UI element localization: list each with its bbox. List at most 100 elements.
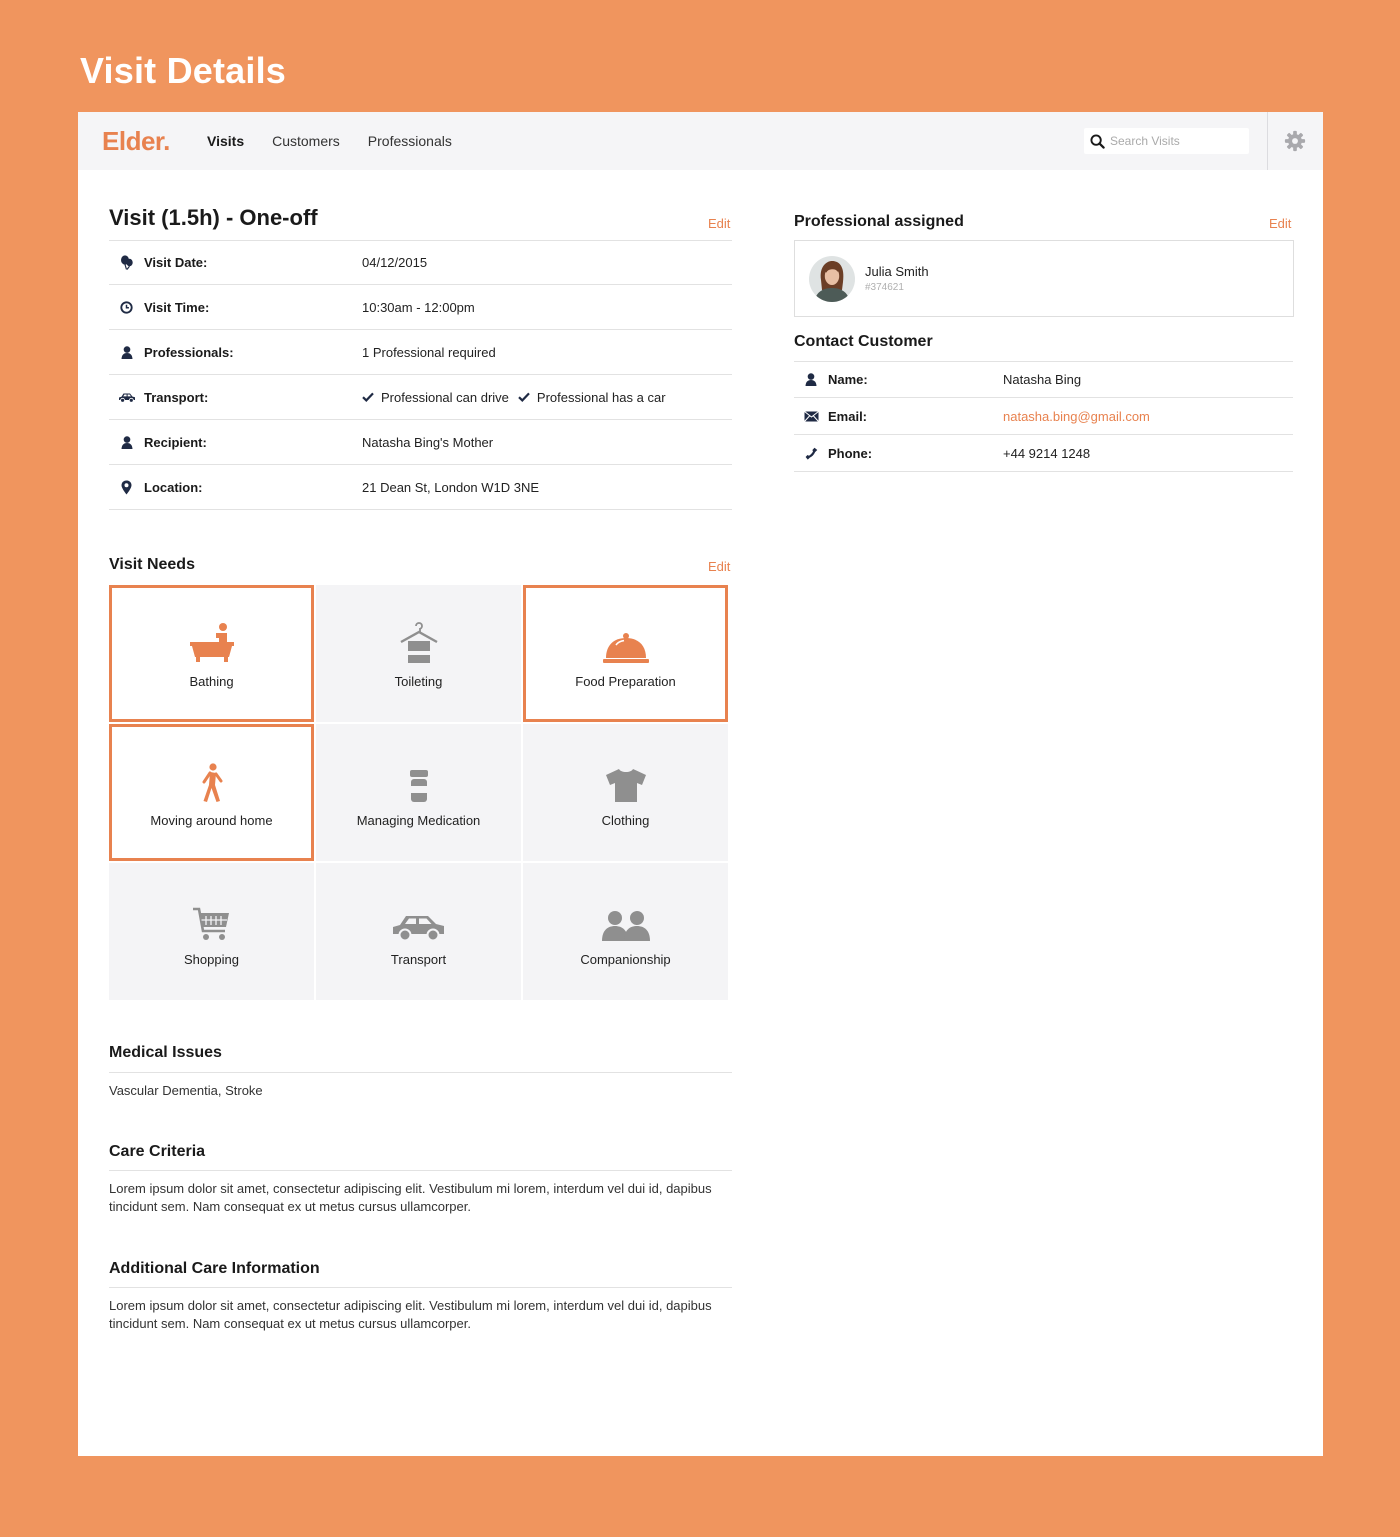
need-label: Shopping	[184, 952, 239, 967]
need-tile-clothing[interactable]: Clothing	[523, 724, 728, 861]
edit-needs-link[interactable]: Edit	[708, 559, 730, 574]
check-label: Professional can drive	[381, 389, 509, 405]
check-item: Professional has a car	[518, 390, 666, 405]
visit-needs-grid: Bathing Toileting Food Preparation Movin…	[109, 585, 729, 1000]
additional-care-text: Lorem ipsum dolor sit amet, consectetur …	[109, 1298, 712, 1331]
need-label: Transport	[390, 952, 447, 967]
gear-icon[interactable]	[1284, 130, 1306, 152]
balloon-icon	[120, 254, 133, 270]
professional-assigned-title: Professional assigned	[794, 213, 964, 230]
contact-value: Natasha Bing	[1003, 372, 1082, 387]
professional-id: #374621	[865, 282, 904, 293]
detail-row-professionals: Professionals: 1 Professional required	[109, 330, 732, 375]
search-icon	[1090, 133, 1105, 149]
search-box[interactable]	[1084, 128, 1249, 154]
detail-label: Professionals:	[144, 344, 234, 360]
detail-value: Natasha Bing's Mother	[362, 434, 494, 450]
medical-issues-title: Medical Issues	[109, 1044, 222, 1061]
avatar	[809, 255, 855, 302]
detail-label: Visit Time:	[144, 299, 210, 315]
care-criteria-title: Care Criteria	[109, 1143, 206, 1160]
person-icon	[121, 345, 132, 359]
two-people-icon	[601, 911, 650, 941]
location-pin-icon	[121, 480, 132, 494]
detail-row-visit-time: Visit Time: 10:30am - 12:00pm	[109, 285, 732, 330]
edit-professional-link[interactable]: Edit	[1269, 216, 1291, 231]
page-heading: Visit Details	[80, 50, 287, 91]
need-label: Clothing	[601, 813, 650, 828]
car-icon	[392, 916, 444, 942]
need-tile-companionship[interactable]: Companionship	[523, 863, 728, 1000]
contact-row-email: Email: natasha.bing@gmail.com	[794, 398, 1293, 435]
additional-care-title: Additional Care Information	[109, 1260, 320, 1277]
phone-icon	[805, 447, 817, 460]
professional-card[interactable]: Julia Smith #374621	[794, 240, 1294, 317]
contact-value: +44 9214 1248	[1003, 445, 1091, 461]
check-label: Professional has a car	[536, 389, 666, 405]
need-tile-bathing[interactable]: Bathing	[109, 585, 314, 722]
need-tile-transport[interactable]: Transport	[316, 863, 521, 1000]
need-label: Moving around home	[150, 813, 273, 828]
bathtub-icon	[189, 623, 234, 662]
hanger-towel-icon	[399, 622, 438, 663]
contact-table: Name: Natasha Bing Email: natasha.bing@g…	[794, 361, 1293, 472]
person-icon	[805, 373, 817, 386]
detail-label: Recipient:	[144, 434, 207, 450]
tshirt-icon	[605, 769, 646, 802]
check-item: Professional can drive	[362, 390, 509, 405]
visit-details-table: Visit Date: 04/12/2015 Visit Time: 10:30…	[109, 240, 732, 510]
visit-needs-title: Visit Needs	[109, 556, 195, 573]
need-tile-toileting[interactable]: Toileting	[316, 585, 521, 722]
detail-value: 21 Dean St, London W1D 3NE	[362, 479, 540, 495]
need-tile-food-preparation[interactable]: Food Preparation	[523, 585, 728, 722]
contact-label: Phone:	[828, 445, 873, 461]
nav-item-visits[interactable]: Visits	[207, 133, 244, 149]
contact-row-phone: Phone: +44 9214 1248	[794, 435, 1293, 472]
detail-label: Visit Date:	[144, 254, 208, 270]
walking-icon	[202, 763, 222, 802]
detail-value: 10:30am - 12:00pm	[362, 299, 475, 315]
need-label: Managing Medication	[356, 813, 481, 828]
topbar-divider	[1267, 112, 1268, 170]
detail-row-transport: Transport: Professional can drive Profes…	[109, 375, 732, 420]
visit-title: Visit (1.5h) - One-off	[109, 205, 318, 230]
car-icon	[118, 393, 135, 403]
contact-customer-title: Contact Customer	[794, 333, 933, 350]
nav-item-professionals[interactable]: Professionals	[368, 133, 452, 149]
app-logo[interactable]: Elder.	[102, 126, 170, 157]
divider	[109, 1072, 732, 1073]
need-label: Food Preparation	[575, 674, 676, 689]
detail-label: Transport:	[144, 389, 209, 405]
search-input[interactable]	[1110, 134, 1240, 148]
need-tile-moving-around-home[interactable]: Moving around home	[109, 724, 314, 861]
shopping-cart-icon	[192, 907, 229, 940]
top-navigation-bar: Elder. Visits Customers Professionals	[78, 112, 1323, 170]
detail-value: 04/12/2015	[362, 254, 428, 270]
professional-name: Julia Smith	[865, 264, 929, 279]
checkmark-icon	[362, 392, 374, 402]
medical-issues-text: Vascular Dementia, Stroke	[109, 1083, 263, 1098]
divider	[109, 1170, 732, 1171]
need-label: Companionship	[580, 952, 671, 967]
pill-bottle-icon	[409, 770, 428, 802]
food-cloche-icon	[602, 633, 649, 663]
need-tile-managing-medication[interactable]: Managing Medication	[316, 724, 521, 861]
need-label: Bathing	[189, 674, 234, 689]
nav-item-customers[interactable]: Customers	[272, 133, 340, 149]
divider	[109, 1287, 732, 1288]
need-tile-shopping[interactable]: Shopping	[109, 863, 314, 1000]
contact-row-name: Name: Natasha Bing	[794, 361, 1293, 398]
detail-row-location: Location: 21 Dean St, London W1D 3NE	[109, 465, 732, 510]
edit-visit-link[interactable]: Edit	[708, 216, 730, 231]
need-label: Toileting	[394, 674, 443, 689]
detail-row-visit-date: Visit Date: 04/12/2015	[109, 240, 732, 285]
care-criteria-text: Lorem ipsum dolor sit amet, consectetur …	[109, 1181, 712, 1214]
detail-value: 1 Professional required	[362, 344, 496, 360]
detail-label: Location:	[144, 479, 203, 495]
contact-label: Name:	[828, 372, 868, 387]
email-link[interactable]: natasha.bing@gmail.com	[1003, 409, 1150, 424]
checkmark-icon	[518, 392, 530, 402]
detail-row-recipient: Recipient: Natasha Bing's Mother	[109, 420, 732, 465]
contact-label: Email:	[828, 408, 868, 424]
main-nav: Visits Customers Professionals	[207, 112, 480, 170]
